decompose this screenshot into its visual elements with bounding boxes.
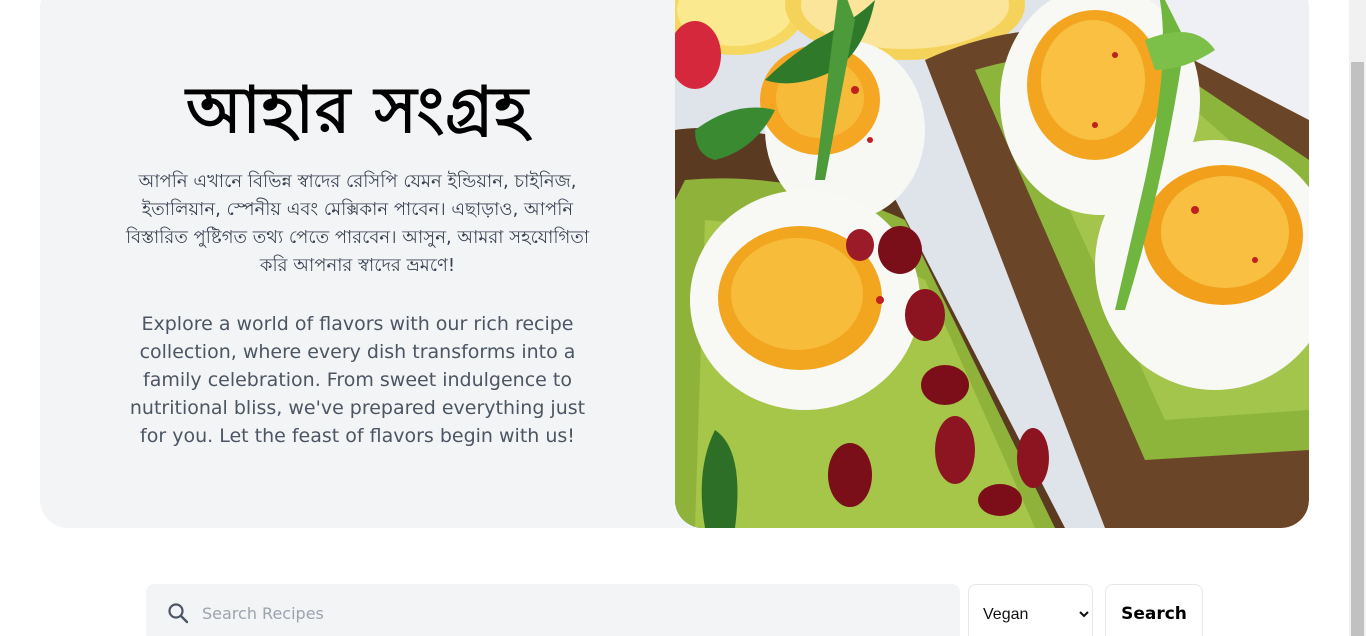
hero-description-bengali: আপনি এখানে বিভিন্ন স্বাদের রেসিপি যেমন ই… [125, 171, 590, 276]
diet-filter-select[interactable]: Vegan [968, 584, 1093, 636]
search-button[interactable]: Search [1105, 584, 1203, 636]
scrollbar-thumb[interactable] [1351, 62, 1364, 636]
hero-description-english: Explore a world of flavors with our rich… [129, 313, 586, 447]
hero-section: আহার সংগ্রহ আপনি এখানে বিভিন্ন স্বাদের র… [40, 0, 1309, 528]
page-scrollbar[interactable] [1349, 0, 1366, 636]
recipe-search-bar: Vegan Search [146, 584, 1203, 636]
search-icon [168, 603, 189, 624]
search-field-container[interactable] [146, 584, 960, 636]
search-input[interactable] [202, 598, 942, 628]
hero-text-block: আহার সংগ্রহ আপনি এখানে বিভিন্ন স্বাদের র… [80, 0, 635, 528]
avocado-toast-eggs-illustration [675, 0, 1309, 528]
hero-food-image [675, 0, 1309, 528]
page-title: আহার সংগ্রহ [186, 73, 529, 148]
